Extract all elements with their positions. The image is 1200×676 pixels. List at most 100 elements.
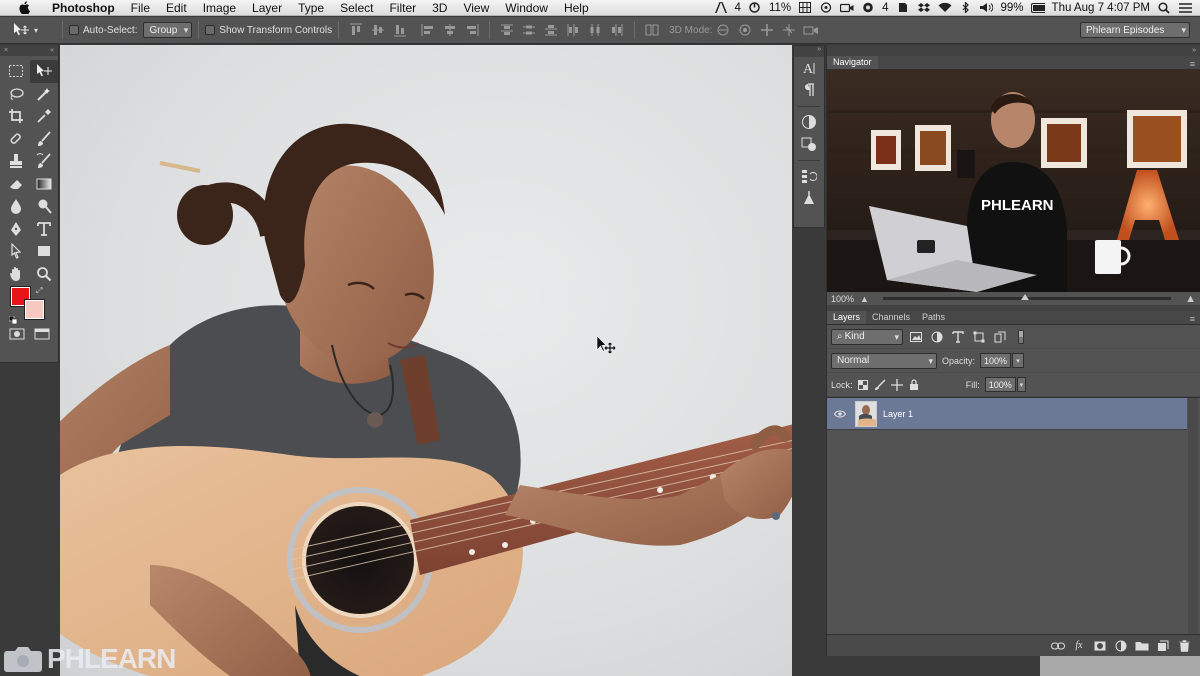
healing-brush-tool-icon[interactable] [2,128,30,151]
dock-collapse-icon[interactable]: » [794,46,824,57]
menu-file[interactable]: File [123,1,158,15]
filter-kind-dropdown[interactable]: ⌕ Kind [831,328,903,345]
crop-tool-icon[interactable] [2,105,30,128]
auto-select-checkbox[interactable]: Auto-Select: [69,25,137,36]
scale-3d-icon[interactable] [802,21,820,39]
link-layers-icon[interactable] [1051,639,1065,653]
camera-record-icon[interactable] [840,2,854,13]
paragraph-panel-icon[interactable] [794,79,824,101]
creative-cloud-icon[interactable] [861,2,875,13]
menu-layer[interactable]: Layer [244,1,290,15]
panel-menu-icon[interactable]: ≡ [1190,59,1200,69]
navigator-zoom-value[interactable]: 100% [831,294,854,304]
auto-align-icon[interactable] [643,21,661,39]
zoom-out-icon[interactable]: ▲ [860,294,869,304]
distribute-vcenter-icon[interactable] [520,21,538,39]
auto-select-dropdown[interactable]: Group [143,22,193,38]
menu-3d[interactable]: 3D [424,1,455,15]
checkbox-box[interactable] [205,25,216,35]
menu-select[interactable]: Select [332,1,381,15]
tab-channels[interactable]: Channels [866,311,916,324]
lock-position-icon[interactable] [891,377,904,393]
delete-layer-icon[interactable] [1177,639,1191,653]
rectangle-tool-icon[interactable] [30,240,58,263]
navigator-preview[interactable]: PHLEARN [827,70,1200,292]
tab-layers[interactable]: Layers [827,311,867,324]
blur-tool-icon[interactable] [2,195,30,218]
eyedropper-tool-icon[interactable] [30,105,58,128]
workspace-dropdown[interactable]: Phlearn Episodes [1080,22,1190,38]
hand-tool-icon[interactable] [2,263,30,286]
evernote-icon[interactable] [896,2,910,13]
align-bottom-icon[interactable] [391,21,409,39]
clock[interactable]: Thu Aug 7 4:07 PM [1052,2,1150,14]
layer-row[interactable]: Layer 1 [827,398,1187,430]
menu-help[interactable]: Help [556,1,597,15]
cpu-gauge-icon[interactable] [748,2,762,13]
quick-mask-icon[interactable] [9,327,25,345]
fill-slider-toggle[interactable]: ▾ [1016,377,1026,392]
type-tool-icon[interactable] [30,218,58,241]
tool-preset-picker[interactable]: ▾ [12,20,56,40]
show-transform-checkbox[interactable]: Show Transform Controls [205,25,332,36]
lasso-tool-icon[interactable] [2,83,30,106]
collapse-icon[interactable]: « [50,47,54,54]
spotlight-icon[interactable] [1157,1,1171,14]
default-colors-icon[interactable] [8,311,18,325]
distribute-hcenter-icon[interactable] [586,21,604,39]
notification-center-icon[interactable] [1178,2,1192,13]
filter-toggle-icon[interactable] [1013,329,1029,345]
slide-3d-icon[interactable] [780,21,798,39]
panel-menu-icon[interactable]: ≡ [1190,314,1200,324]
distribute-right-icon[interactable] [608,21,626,39]
collapse-icon[interactable]: » [1192,47,1196,54]
volume-icon[interactable] [980,2,994,13]
align-hcenter-icon[interactable] [441,21,459,39]
battery-icon[interactable] [1030,2,1045,13]
adjustments-panel-icon[interactable] [794,111,824,133]
sync-icon[interactable] [819,2,833,13]
clone-stamp-tool-icon[interactable] [2,150,30,173]
drag-3d-icon[interactable] [758,21,776,39]
filter-smart-object-icon[interactable] [992,329,1008,345]
eraser-tool-icon[interactable] [2,173,30,196]
tab-navigator[interactable]: Navigator [827,56,878,69]
distribute-bottom-icon[interactable] [542,21,560,39]
checkbox-box[interactable] [69,25,79,35]
new-adjustment-layer-icon[interactable] [1114,639,1128,653]
bluetooth-icon[interactable] [959,2,973,13]
add-mask-icon[interactable] [1093,639,1107,653]
marquee-tool-icon[interactable] [2,60,30,83]
document-canvas[interactable] [60,45,792,676]
fill-input[interactable]: 100% [984,377,1016,392]
tools-panel-header[interactable]: × « [0,45,58,56]
rotate-3d-icon[interactable] [714,21,732,39]
brush-tool-icon[interactable] [30,128,58,151]
align-right-icon[interactable] [463,21,481,39]
navigator-zoom-slider[interactable] [882,294,1172,300]
lock-all-icon[interactable] [908,377,920,393]
visibility-eye-icon[interactable] [827,410,853,418]
magic-wand-tool-icon[interactable] [30,83,58,106]
menu-filter[interactable]: Filter [381,1,424,15]
filter-adjustment-icon[interactable] [929,329,945,345]
grid-icon[interactable] [798,2,812,13]
menu-view[interactable]: View [455,1,497,15]
roll-3d-icon[interactable] [736,21,754,39]
tool-presets-panel-icon[interactable] [794,187,824,209]
slider-thumb[interactable] [1021,294,1030,300]
history-panel-icon[interactable] [794,165,824,187]
zoom-tool-icon[interactable] [30,263,58,286]
history-brush-tool-icon[interactable] [30,150,58,173]
lock-image-icon[interactable] [874,377,886,393]
menu-image[interactable]: Image [195,1,244,15]
move-tool-icon[interactable] [30,60,58,83]
screen-mode-icon[interactable] [34,327,50,345]
menu-app-photoshop[interactable]: Photoshop [44,1,123,15]
filter-type-icon[interactable] [950,329,966,345]
new-group-icon[interactable] [1135,639,1149,653]
new-layer-icon[interactable] [1156,639,1170,653]
panel-header[interactable]: » [827,45,1200,56]
character-panel-icon[interactable]: A [794,57,824,79]
swap-colors-icon[interactable]: ⤢ [36,286,42,296]
